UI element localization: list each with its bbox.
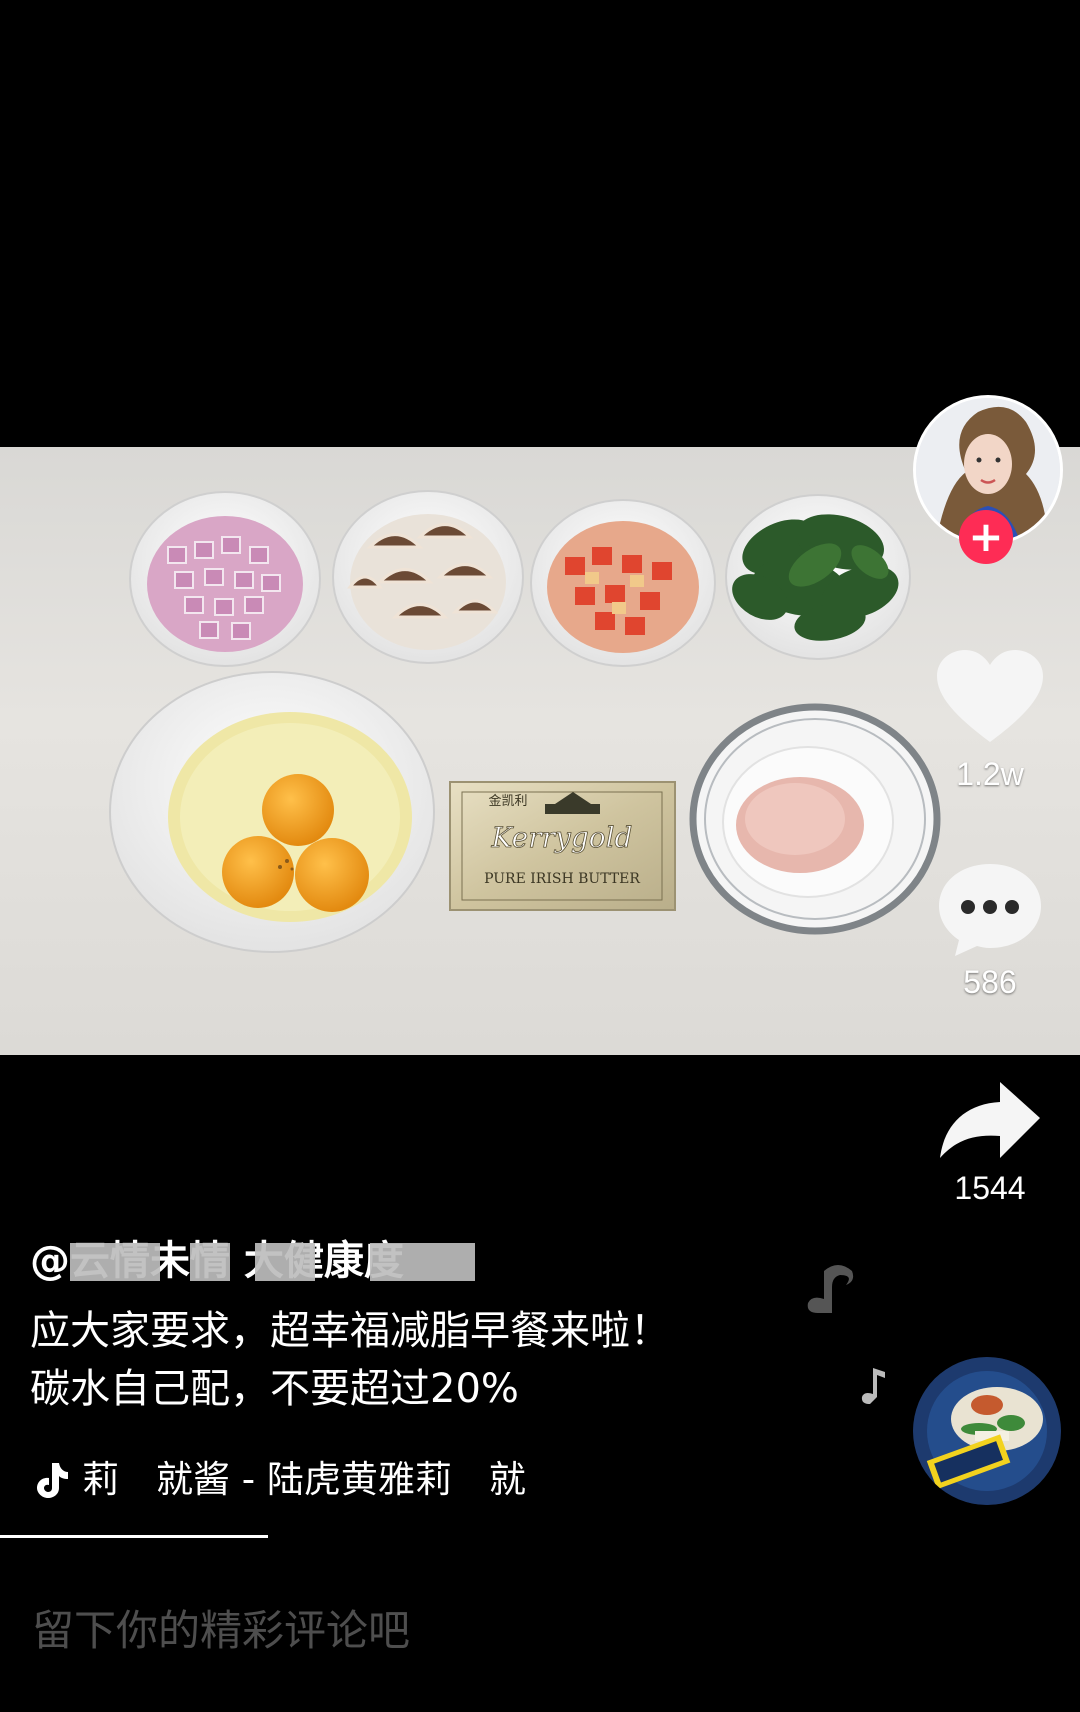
tomato-bowl xyxy=(530,499,716,667)
comment-bubble-icon[interactable] xyxy=(937,862,1043,958)
blur-mask xyxy=(190,1243,230,1281)
onion-bowl xyxy=(129,491,321,667)
video-caption: 应大家要求，超幸福减脂早餐来啦！ 碳水自己配，不要超过20% xyxy=(30,1302,810,1418)
floating-note-icon xyxy=(807,1265,854,1313)
author-handle-container[interactable]: @云情未情 大健康度 xyxy=(30,1233,500,1289)
comment-action[interactable]: 586 xyxy=(930,862,1050,1001)
butter-subtitle-text: PURE IRISH BUTTER xyxy=(484,871,640,887)
like-count: 1.2w xyxy=(956,756,1024,792)
music-disc[interactable] xyxy=(913,1357,1061,1505)
plus-icon: + xyxy=(968,512,1004,561)
album-cover-image xyxy=(913,1357,1061,1505)
share-count: 1544 xyxy=(954,1170,1026,1206)
music-ticker[interactable]: 莉 就酱 - 陆虎黄雅莉 就 xyxy=(30,1452,570,1508)
author-avatar-container: + xyxy=(913,395,1063,564)
egg-bowl xyxy=(109,671,435,953)
caption-line-1: 应大家要求，超幸福减脂早餐来啦！ xyxy=(30,1308,670,1354)
music-title: 莉 就酱 - 陆虎黄雅莉 就 xyxy=(82,1458,526,1501)
spinach-bowl xyxy=(725,494,911,660)
salt-bowl xyxy=(689,703,941,935)
blur-mask xyxy=(370,1243,475,1281)
blur-mask xyxy=(255,1243,315,1281)
butter-cn-brand-text: 金凯利 xyxy=(488,793,527,809)
heart-icon[interactable] xyxy=(935,650,1045,746)
share-arrow-icon[interactable] xyxy=(938,1080,1042,1160)
like-action[interactable]: 1.2w xyxy=(930,650,1050,793)
mushroom-bowl xyxy=(332,490,524,664)
follow-button[interactable]: + xyxy=(959,510,1013,564)
butter-block: Kerrygold PURE IRISH BUTTER 金凯利 xyxy=(449,781,676,911)
comment-input[interactable] xyxy=(0,1570,1080,1690)
tiktok-note-icon xyxy=(37,1463,68,1498)
video-feed-screen: Kerrygold PURE IRISH BUTTER 金凯利 + 1.2w 5… xyxy=(0,0,1080,1712)
butter-brand-text: Kerrygold xyxy=(491,821,633,854)
video-progress-bar xyxy=(0,1535,268,1538)
share-action[interactable]: 1544 xyxy=(930,1080,1050,1207)
floating-note-small-icon xyxy=(861,1368,885,1404)
blur-mask xyxy=(70,1243,160,1281)
comment-count: 586 xyxy=(963,964,1017,1000)
caption-line-2: 碳水自己配，不要超过20% xyxy=(30,1366,519,1412)
